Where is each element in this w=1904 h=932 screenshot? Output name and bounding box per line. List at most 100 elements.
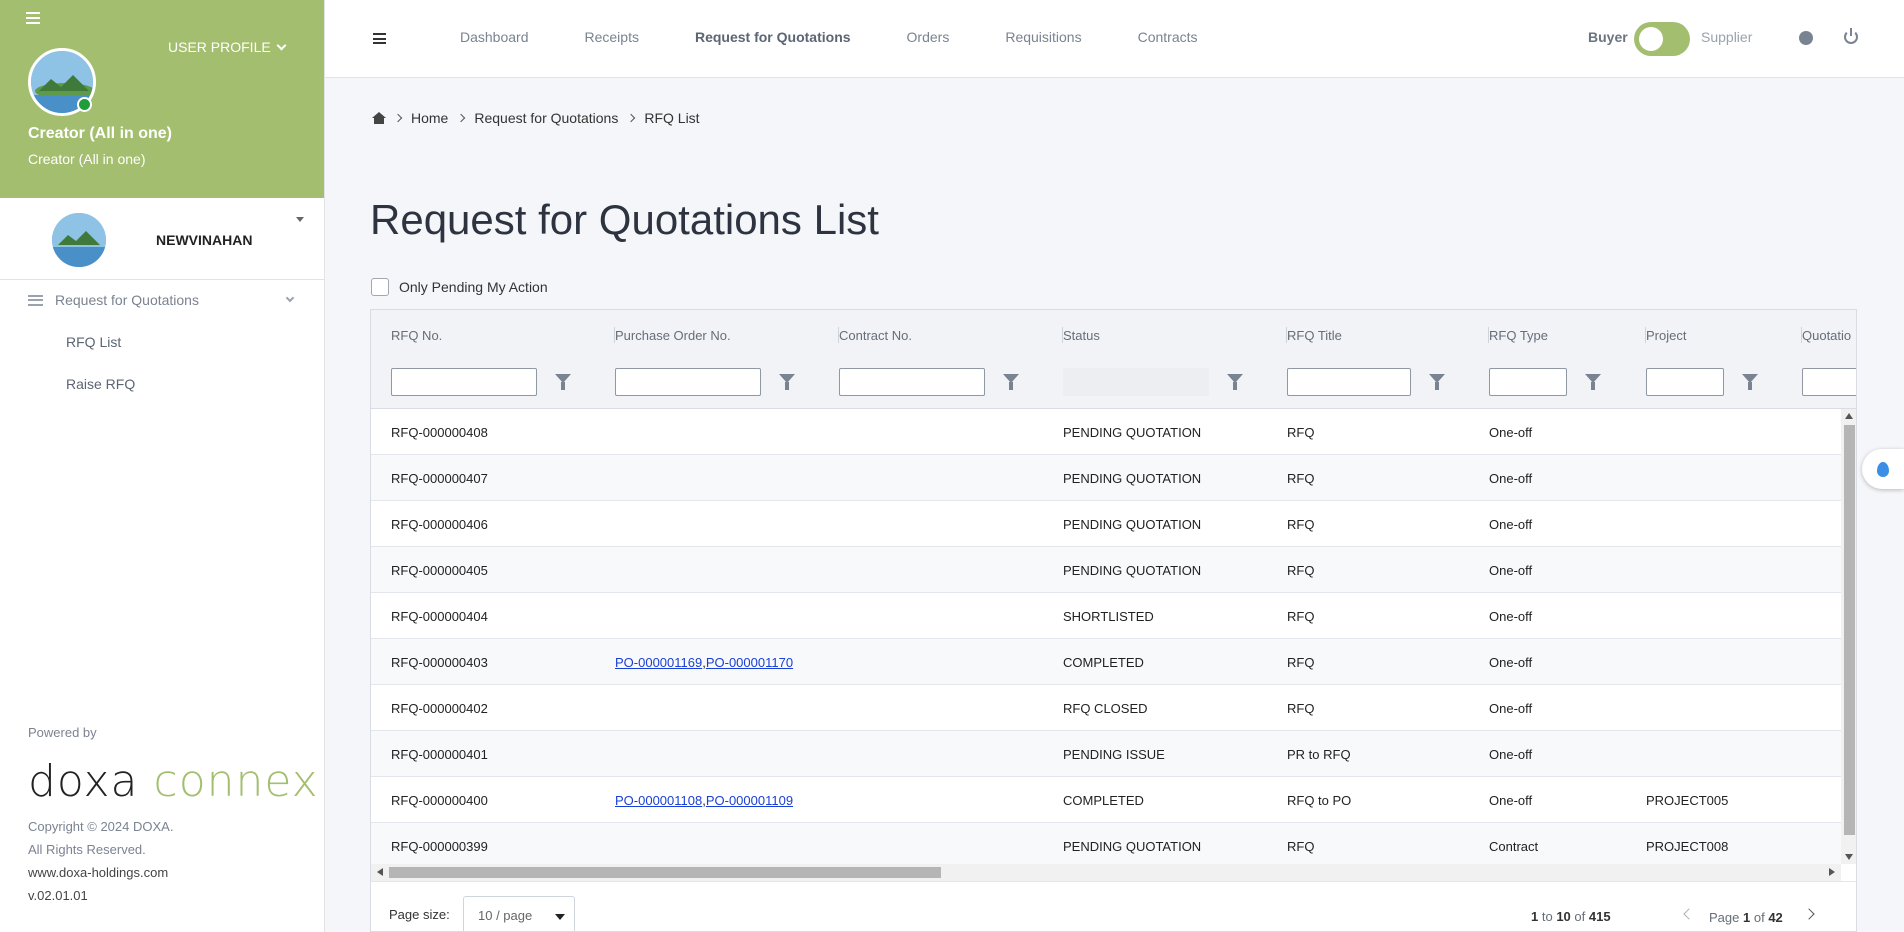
sidebar-menu-icon[interactable] [26,12,40,26]
scroll-left-icon[interactable] [377,868,383,876]
cell-status: COMPLETED [1063,792,1144,808]
droplet-icon [1877,461,1889,477]
table-row[interactable]: RFQ-000000408 PENDING QUOTATION RFQ One-off [371,409,1841,455]
caret-down-icon[interactable] [296,217,304,222]
column-header[interactable]: Contract No. [839,310,1063,360]
company-selector[interactable]: NEWVINAHAN [0,198,324,280]
filter-icon[interactable] [1429,374,1445,390]
po-link[interactable]: PO-000001170 [706,655,793,670]
next-page-icon[interactable] [1803,908,1815,920]
column-header[interactable]: RFQ Title [1287,310,1489,360]
filter-input[interactable] [1489,368,1567,396]
scroll-down-icon[interactable] [1845,854,1853,860]
filter-icon[interactable] [1227,374,1243,390]
pending-action-checkbox[interactable] [371,278,389,296]
cell-type: One-off [1489,470,1533,486]
table-row[interactable]: RFQ-000000407 PENDING QUOTATION RFQ One-off [371,455,1841,501]
table-row[interactable]: RFQ-000000400 PO-000001108, PO-000001109 C… [371,777,1841,823]
rights-text: All Rights Reserved. [28,842,146,857]
row-range-summary: 1 to 10 of 415 [1531,909,1611,924]
chevron-right-icon [627,113,636,123]
column-header[interactable]: Project [1646,310,1802,360]
cell-status: PENDING QUOTATION [1063,424,1202,440]
tab-request-for-quotations[interactable]: Request for Quotations [695,29,851,45]
filter-input[interactable] [1287,368,1411,396]
horizontal-scrollbar[interactable] [371,864,1841,881]
scroll-thumb[interactable] [389,867,941,878]
breadcrumb-rfq[interactable]: Request for Quotations [474,110,618,126]
cell-project: PROJECT005 [1646,792,1729,808]
po-link[interactable]: PO-000001109 [706,793,793,808]
filter-icon[interactable] [1585,374,1601,390]
column-header[interactable]: Quotatio [1802,310,1856,360]
scroll-right-icon[interactable] [1829,868,1835,876]
table-row[interactable]: RFQ-000000402 RFQ CLOSED RFQ One-off [371,685,1841,731]
filter-icon[interactable] [779,374,795,390]
sidebar: USER PROFILE Creator (All in one) Creato… [0,0,325,932]
assistant-button[interactable] [1862,449,1904,489]
cell-title: RFQ [1287,608,1315,624]
column-header[interactable]: Purchase Order No. [615,310,839,360]
toggle-knob [1639,27,1663,51]
column-header[interactable]: RFQ Type [1489,310,1646,360]
po-link[interactable]: PO-000001108 [615,793,702,808]
scroll-thumb[interactable] [1844,425,1855,835]
page-size-label: Page size: [389,907,450,922]
tab-orders[interactable]: Orders [907,29,950,45]
user-profile-label: USER PROFILE [168,39,271,55]
table-row[interactable]: RFQ-000000401 PENDING ISSUE PR to RFQ One-o… [371,731,1841,777]
filter-input[interactable] [1646,368,1724,396]
scroll-up-icon[interactable] [1845,413,1853,419]
table-row[interactable]: RFQ-000000403 PO-000001169, PO-000001170 C… [371,639,1841,685]
po-link[interactable]: PO-000001169 [615,655,702,670]
filter-icon[interactable] [555,374,571,390]
table-row[interactable]: RFQ-000000405 PENDING QUOTATION RFQ One-off [371,547,1841,593]
breadcrumb-home[interactable]: Home [411,110,448,126]
previous-page-icon[interactable] [1683,908,1695,920]
filter-input[interactable] [391,368,537,396]
column-filter [839,368,1019,396]
tab-requisitions[interactable]: Requisitions [1005,29,1081,45]
cell-type: One-off [1489,424,1533,440]
profile-header: USER PROFILE Creator (All in one) Creato… [0,0,324,198]
buyer-supplier-toggle[interactable] [1634,22,1690,56]
cell-project: PROJECT008 [1646,838,1729,854]
cell-title: RFQ [1287,562,1315,578]
filter-input[interactable] [1802,368,1856,396]
sidebar-group-label: Request for Quotations [55,292,199,308]
filter-input[interactable] [615,368,761,396]
rfq-table: RFQ No. Purchase Order No. Contract No. Sta… [370,309,1857,932]
cell-title: RFQ [1287,654,1315,670]
cell-status: PENDING QUOTATION [1063,470,1202,486]
tab-dashboard[interactable]: Dashboard [460,29,529,45]
pending-action-filter[interactable]: Only Pending My Action [371,278,548,296]
sidebar-item-rfq-list[interactable]: RFQ List [66,334,121,350]
chevron-down-icon [276,40,287,50]
column-header[interactable]: RFQ No. [391,310,615,360]
breadcrumb-current: RFQ List [644,110,700,126]
filter-icon[interactable] [1003,374,1019,390]
table-row[interactable]: RFQ-000000406 PENDING QUOTATION RFQ One-off [371,501,1841,547]
hamburger-menu-icon[interactable] [373,33,386,44]
sidebar-group-rfq[interactable]: Request for Quotations [28,292,295,308]
column-filter [1802,368,1856,396]
globe-icon[interactable] [1799,31,1813,45]
filter-icon[interactable] [1742,374,1758,390]
table-row[interactable]: RFQ-000000404 SHORTLISTED RFQ One-off [371,593,1841,639]
cell-status: PENDING QUOTATION [1063,562,1202,578]
tab-contracts[interactable]: Contracts [1138,29,1198,45]
tab-receipts[interactable]: Receipts [585,29,639,45]
filter-input[interactable] [839,368,985,396]
cell-status: SHORTLISTED [1063,608,1154,624]
cell-type: Contract [1489,838,1539,854]
user-profile-button[interactable]: USER PROFILE [168,39,287,55]
sidebar-item-raise-rfq[interactable]: Raise RFQ [66,376,135,392]
copyright-text: Copyright © 2024 DOXA. [28,819,174,834]
power-icon[interactable] [1844,28,1858,44]
page-size-select[interactable]: 10 / page [463,896,575,931]
column-filter [1287,368,1445,396]
table-row[interactable]: RFQ-000000399 PENDING QUOTATION RFQ Contrac… [371,823,1841,864]
column-header[interactable]: Status [1063,310,1287,360]
home-icon[interactable] [372,112,386,124]
vertical-scrollbar[interactable] [1841,409,1856,864]
